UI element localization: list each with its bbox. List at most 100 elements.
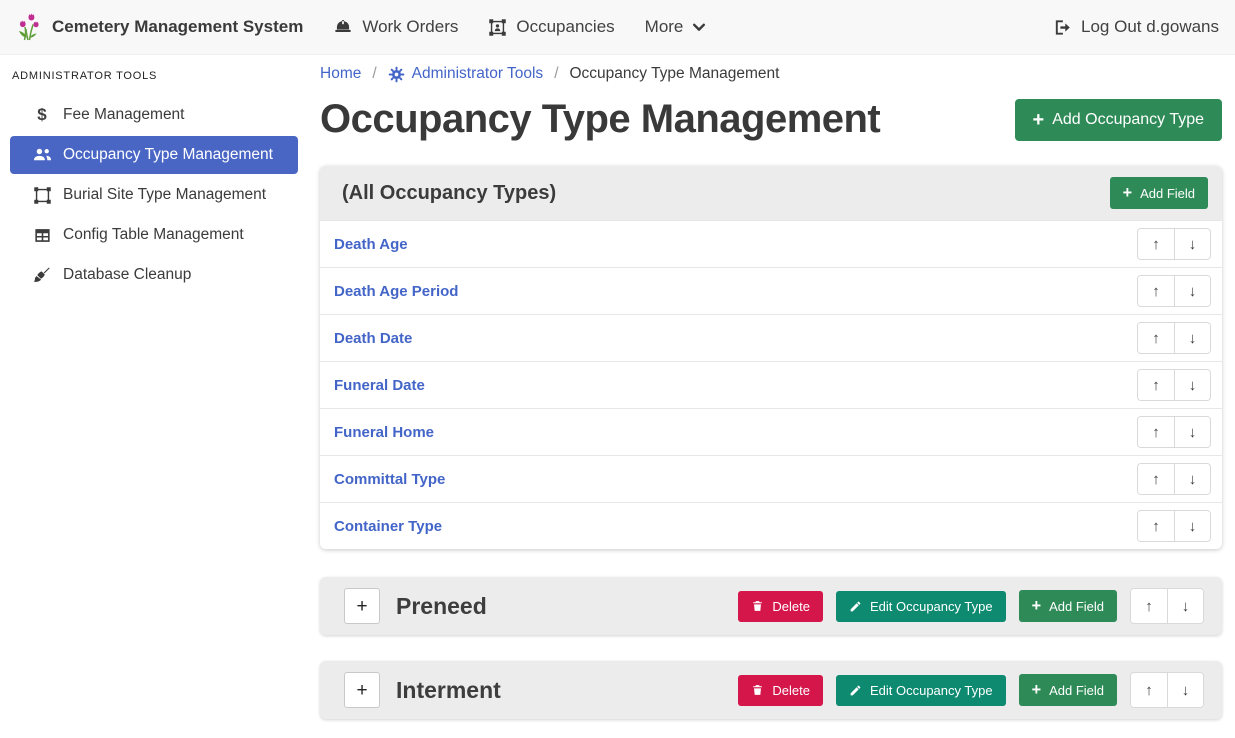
chevron-down-icon: [692, 20, 706, 34]
plus-icon: +: [1033, 110, 1045, 130]
edit-occupancy-type-button[interactable]: Edit Occupancy Type: [836, 675, 1006, 706]
move-down-button[interactable]: ↓: [1174, 229, 1210, 259]
move-down-button[interactable]: ↓: [1167, 589, 1203, 623]
sidebar: ADMINISTRATOR TOOLS $ Fee Management Occ…: [0, 56, 310, 738]
move-up-button[interactable]: ↑: [1138, 464, 1174, 494]
add-field-button[interactable]: + Add Field: [1019, 590, 1117, 622]
move-down-button[interactable]: ↓: [1174, 511, 1210, 541]
move-up-button[interactable]: ↑: [1131, 589, 1167, 623]
move-down-button[interactable]: ↓: [1174, 370, 1210, 400]
sidebar-item-database-cleanup[interactable]: Database Cleanup: [10, 256, 298, 294]
move-down-button[interactable]: ↓: [1174, 276, 1210, 306]
section-title: Interment: [396, 677, 501, 704]
breadcrumb-current: Occupancy Type Management: [570, 65, 780, 83]
field-link[interactable]: Committal Type: [334, 471, 445, 488]
delete-occupancy-type-button[interactable]: Delete: [738, 675, 823, 706]
breadcrumb-section-label: Administrator Tools: [412, 65, 544, 83]
nav-item-label: Occupancies: [516, 17, 614, 37]
breadcrumb-separator: /: [554, 65, 558, 83]
delete-occupancy-type-button[interactable]: Delete: [738, 591, 823, 622]
occupancy-type-section-interment: + Interment Delete: [320, 661, 1222, 719]
app-title: Cemetery Management System: [52, 17, 303, 37]
move-up-button[interactable]: ↑: [1138, 323, 1174, 353]
trash-icon: [751, 683, 764, 697]
sidebar-item-burial-site-type-management[interactable]: Burial Site Type Management: [10, 176, 298, 214]
move-up-button[interactable]: ↑: [1131, 673, 1167, 707]
reorder-buttons: ↑ ↓: [1137, 416, 1211, 448]
field-row: Funeral Home ↑ ↓: [320, 408, 1222, 455]
add-occupancy-type-button[interactable]: + Add Occupancy Type: [1015, 99, 1222, 141]
field-row: Committal Type ↑ ↓: [320, 455, 1222, 502]
nav-item-work-orders[interactable]: Work Orders: [333, 17, 458, 37]
move-up-button[interactable]: ↑: [1138, 229, 1174, 259]
plus-icon: +: [1032, 682, 1042, 698]
nav-item-occupancies[interactable]: Occupancies: [488, 17, 614, 37]
broom-icon: [30, 265, 54, 285]
card-title: (All Occupancy Types): [342, 182, 556, 205]
all-occupancy-types-card: (All Occupancy Types) + Add Field Death …: [320, 166, 1222, 549]
field-link[interactable]: Funeral Date: [334, 377, 425, 394]
nav-item-label: More: [645, 17, 684, 37]
field-row: Funeral Date ↑ ↓: [320, 361, 1222, 408]
sidebar-item-config-table-management[interactable]: Config Table Management: [10, 216, 298, 254]
field-row: Container Type ↑ ↓: [320, 502, 1222, 549]
reorder-buttons: ↑ ↓: [1137, 510, 1211, 542]
reorder-buttons: ↑ ↓: [1137, 275, 1211, 307]
sign-out-icon: [1053, 18, 1072, 37]
sidebar-item-fee-management[interactable]: $ Fee Management: [10, 96, 298, 134]
sidebar-item-occupancy-type-management[interactable]: Occupancy Type Management: [10, 136, 298, 174]
move-down-button[interactable]: ↓: [1174, 464, 1210, 494]
breadcrumb-home-link[interactable]: Home: [320, 65, 361, 83]
tulip-logo-icon: [16, 12, 42, 42]
nav-item-label: Work Orders: [362, 17, 458, 37]
reorder-buttons: ↑ ↓: [1137, 463, 1211, 495]
main-content: Home /: [310, 55, 1235, 738]
field-link[interactable]: Container Type: [334, 518, 442, 535]
move-down-button[interactable]: ↓: [1174, 323, 1210, 353]
edit-occupancy-type-button[interactable]: Edit Occupancy Type: [836, 591, 1006, 622]
app-brand[interactable]: Cemetery Management System: [16, 12, 303, 42]
plus-icon: +: [1123, 185, 1133, 201]
reorder-buttons: ↑ ↓: [1130, 672, 1204, 708]
sidebar-item-label: Database Cleanup: [63, 266, 191, 284]
card-header: (All Occupancy Types) + Add Field: [320, 166, 1222, 220]
gear-icon: [388, 66, 405, 83]
reorder-buttons: ↑ ↓: [1137, 228, 1211, 260]
move-up-button[interactable]: ↑: [1138, 417, 1174, 447]
logout-button[interactable]: Log Out d.gowans: [1053, 17, 1219, 37]
sidebar-item-label: Config Table Management: [63, 226, 244, 244]
users-icon: [30, 146, 54, 164]
reorder-buttons: ↑ ↓: [1130, 588, 1204, 624]
move-down-button[interactable]: ↓: [1167, 673, 1203, 707]
breadcrumb-admin-tools-link[interactable]: Administrator Tools: [388, 65, 544, 83]
trash-icon: [751, 599, 764, 613]
reorder-buttons: ↑ ↓: [1137, 369, 1211, 401]
add-field-button[interactable]: + Add Field: [1019, 674, 1117, 706]
occupancy-type-section-preneed: + Preneed Delete: [320, 577, 1222, 635]
dollar-icon: $: [30, 105, 54, 125]
hard-hat-icon: [333, 17, 353, 37]
breadcrumb: Home /: [320, 65, 1222, 83]
expand-section-button[interactable]: +: [344, 588, 380, 624]
vector-square-icon: [30, 186, 54, 205]
sidebar-item-label: Fee Management: [63, 106, 185, 124]
move-up-button[interactable]: ↑: [1138, 511, 1174, 541]
section-title: Preneed: [396, 593, 487, 620]
reorder-buttons: ↑ ↓: [1137, 322, 1211, 354]
add-field-button[interactable]: + Add Field: [1110, 177, 1208, 209]
pencil-icon: [849, 600, 862, 613]
nav-item-more[interactable]: More: [645, 17, 707, 37]
breadcrumb-separator: /: [372, 65, 376, 83]
expand-section-button[interactable]: +: [344, 672, 380, 708]
field-link[interactable]: Death Age Period: [334, 283, 458, 300]
field-link[interactable]: Funeral Home: [334, 424, 434, 441]
occupancy-frame-icon: [488, 18, 507, 37]
sidebar-heading: ADMINISTRATOR TOOLS: [0, 62, 310, 96]
move-up-button[interactable]: ↑: [1138, 370, 1174, 400]
field-row: Death Age Period ↑ ↓: [320, 267, 1222, 314]
table-icon: [30, 226, 54, 245]
field-link[interactable]: Death Date: [334, 330, 412, 347]
move-down-button[interactable]: ↓: [1174, 417, 1210, 447]
field-link[interactable]: Death Age: [334, 236, 408, 253]
move-up-button[interactable]: ↑: [1138, 276, 1174, 306]
